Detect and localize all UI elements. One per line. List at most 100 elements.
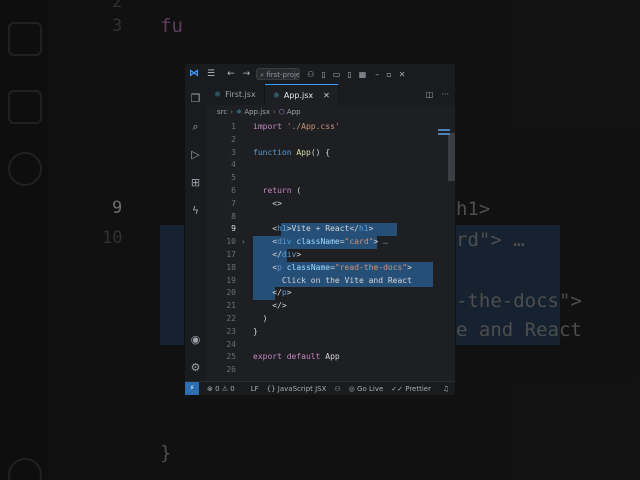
remote-icon[interactable]: ⚡ [185,382,199,395]
layout-sidebar-right-icon[interactable]: ▯ [347,70,351,79]
maximize-icon[interactable]: ▫ [386,70,391,79]
copilot-icon[interactable]: ⚇ [307,70,314,79]
line-number: 8 [231,211,236,221]
code-token: './App.css' [286,122,340,131]
activity-bar: ❐ ⌕ ▷ ⊞ ϟ ◉ ⚙ [185,84,206,381]
line-number: 4 [231,160,236,170]
language-mode[interactable]: {} JavaScript JSX [267,385,327,393]
line-number: 17 [226,250,236,259]
lightning-icon[interactable]: ϟ [189,204,202,217]
search-text: first-project [266,71,301,79]
code-text: ) [253,313,268,326]
search-icon[interactable]: ⌕ [189,120,202,133]
close-icon[interactable]: ✕ [399,70,406,79]
code-line[interactable]: 4 [206,159,455,172]
prettier-status[interactable]: ✓✓ Prettier [391,385,431,393]
code-line[interactable]: 25 export default App [206,351,455,364]
code-text: <> [253,198,282,211]
line-number: 7 [231,198,236,208]
hamburger-icon[interactable]: ☰ [207,69,215,79]
run-debug-icon[interactable]: ▷ [189,148,202,161]
line-number: 19 [226,275,236,285]
code-line[interactable]: 18 <p className="read-the-docs"> [206,261,455,275]
code-text: function App() { [253,147,330,160]
broadcast-icon: ◎ [348,384,355,393]
code-line[interactable]: 21 </> [206,300,455,313]
tab-first-jsx[interactable]: ⚛ First.jsx [206,84,265,105]
code-line[interactable]: 10 › <div className="card"> … [206,236,455,249]
line-number: 6 [231,186,236,195]
code-token: … [378,237,388,247]
code-line[interactable]: 8 [206,211,455,224]
breadcrumb-item[interactable]: App.jsx [244,108,270,116]
code-line[interactable]: 6 return ( [206,185,455,198]
code-token: "card" [344,237,374,247]
more-actions-icon[interactable]: ··· [441,90,449,99]
arrow-right-icon[interactable]: → [243,69,251,79]
breadcrumb-item[interactable]: src [217,108,227,116]
code-line[interactable]: 22 ) [206,313,455,326]
code-token: <> [253,198,282,208]
minimize-icon[interactable]: – [375,70,379,79]
vscode-logo-icon: ⋈ [189,68,199,79]
code-token: App [296,147,311,157]
layout-grid-icon[interactable]: ▦ [359,70,367,79]
line-number: 5 [231,173,236,183]
code-token: h1 [358,224,369,234]
code-token: > [368,224,374,234]
code-text: <h1>Vite + React</h1> [253,223,373,236]
code-line[interactable]: 24 [206,339,455,352]
code-editor[interactable]: 1 import './App.css' 2 3 function App() {4 5 6… [206,119,455,381]
split-editor-icon[interactable]: ◫ [426,90,434,99]
code-token: ) [253,314,268,323]
layout-sidebar-icon[interactable]: ▯ [321,70,325,79]
line-number: 26 [226,365,236,375]
title-bar: ⋈ ☰ ← → ⌕ first-project ⚇ ▯ ▭ ▯ ▦ – ▫ ✕ [185,64,455,84]
line-number: 2 [231,134,236,144]
code-line[interactable]: 2 [206,134,455,147]
code-line[interactable]: 5 [206,172,455,185]
code-token: export default [253,352,326,362]
code-line[interactable]: 20 </p> [206,287,455,301]
react-file-icon: ⚛ [272,90,280,100]
tab-app-jsx[interactable]: ⚛ App.jsx ✕ [264,84,339,105]
code-token: function [253,147,297,157]
code-line[interactable]: 17 </div> [206,249,455,262]
line-number: 18 [226,262,236,272]
account-icon[interactable]: ◉ [189,333,202,346]
copilot-status-icon[interactable]: ⚇ [334,385,340,393]
code-line[interactable]: 9 <h1>Vite + React</h1> [206,223,455,237]
code-line[interactable]: 1 import './App.css' [206,121,455,134]
chevron-right-icon: › [272,108,276,116]
code-token: () { [310,147,331,157]
line-number: 10 [226,237,236,247]
code-line[interactable]: 3 function App() { [206,147,455,160]
arrow-left-icon[interactable]: ← [227,69,235,79]
code-token: className [286,262,331,272]
breadcrumb-item[interactable]: App [287,108,301,116]
code-line[interactable]: 23} [206,326,455,339]
code-line[interactable]: 7 <> [206,198,455,211]
eol-indicator[interactable]: LF [251,385,259,393]
code-token: App [325,352,340,362]
close-tab-icon[interactable]: ✕ [323,91,330,100]
code-line[interactable]: 19 Click on the Vite and React [206,274,455,288]
code-line[interactable]: 26 [206,364,455,377]
fold-chevron-icon[interactable]: › [242,236,245,249]
settings-gear-icon[interactable]: ⚙ [189,361,202,374]
code-text: <p className="read-the-docs"> [253,262,412,275]
go-live-button[interactable]: ◎ Go Live [349,385,384,393]
line-number: 24 [226,339,236,349]
go-live-label: Go Live [357,384,384,393]
line-number: 3 [231,147,236,157]
layout-panel-icon[interactable]: ▭ [333,70,341,79]
code-token: } [253,326,258,336]
code-text: export default App [253,351,340,364]
extensions-icon[interactable]: ⊞ [189,176,202,189]
bell-icon[interactable]: ♫ [443,385,449,393]
explorer-icon[interactable]: ❐ [189,92,202,105]
command-center-search[interactable]: ⌕ first-project [256,68,301,80]
code-token: < [253,224,278,234]
code-text: </> [253,300,286,313]
problems-indicator[interactable]: ⊗ 0 ⚠ 0 [207,385,235,393]
